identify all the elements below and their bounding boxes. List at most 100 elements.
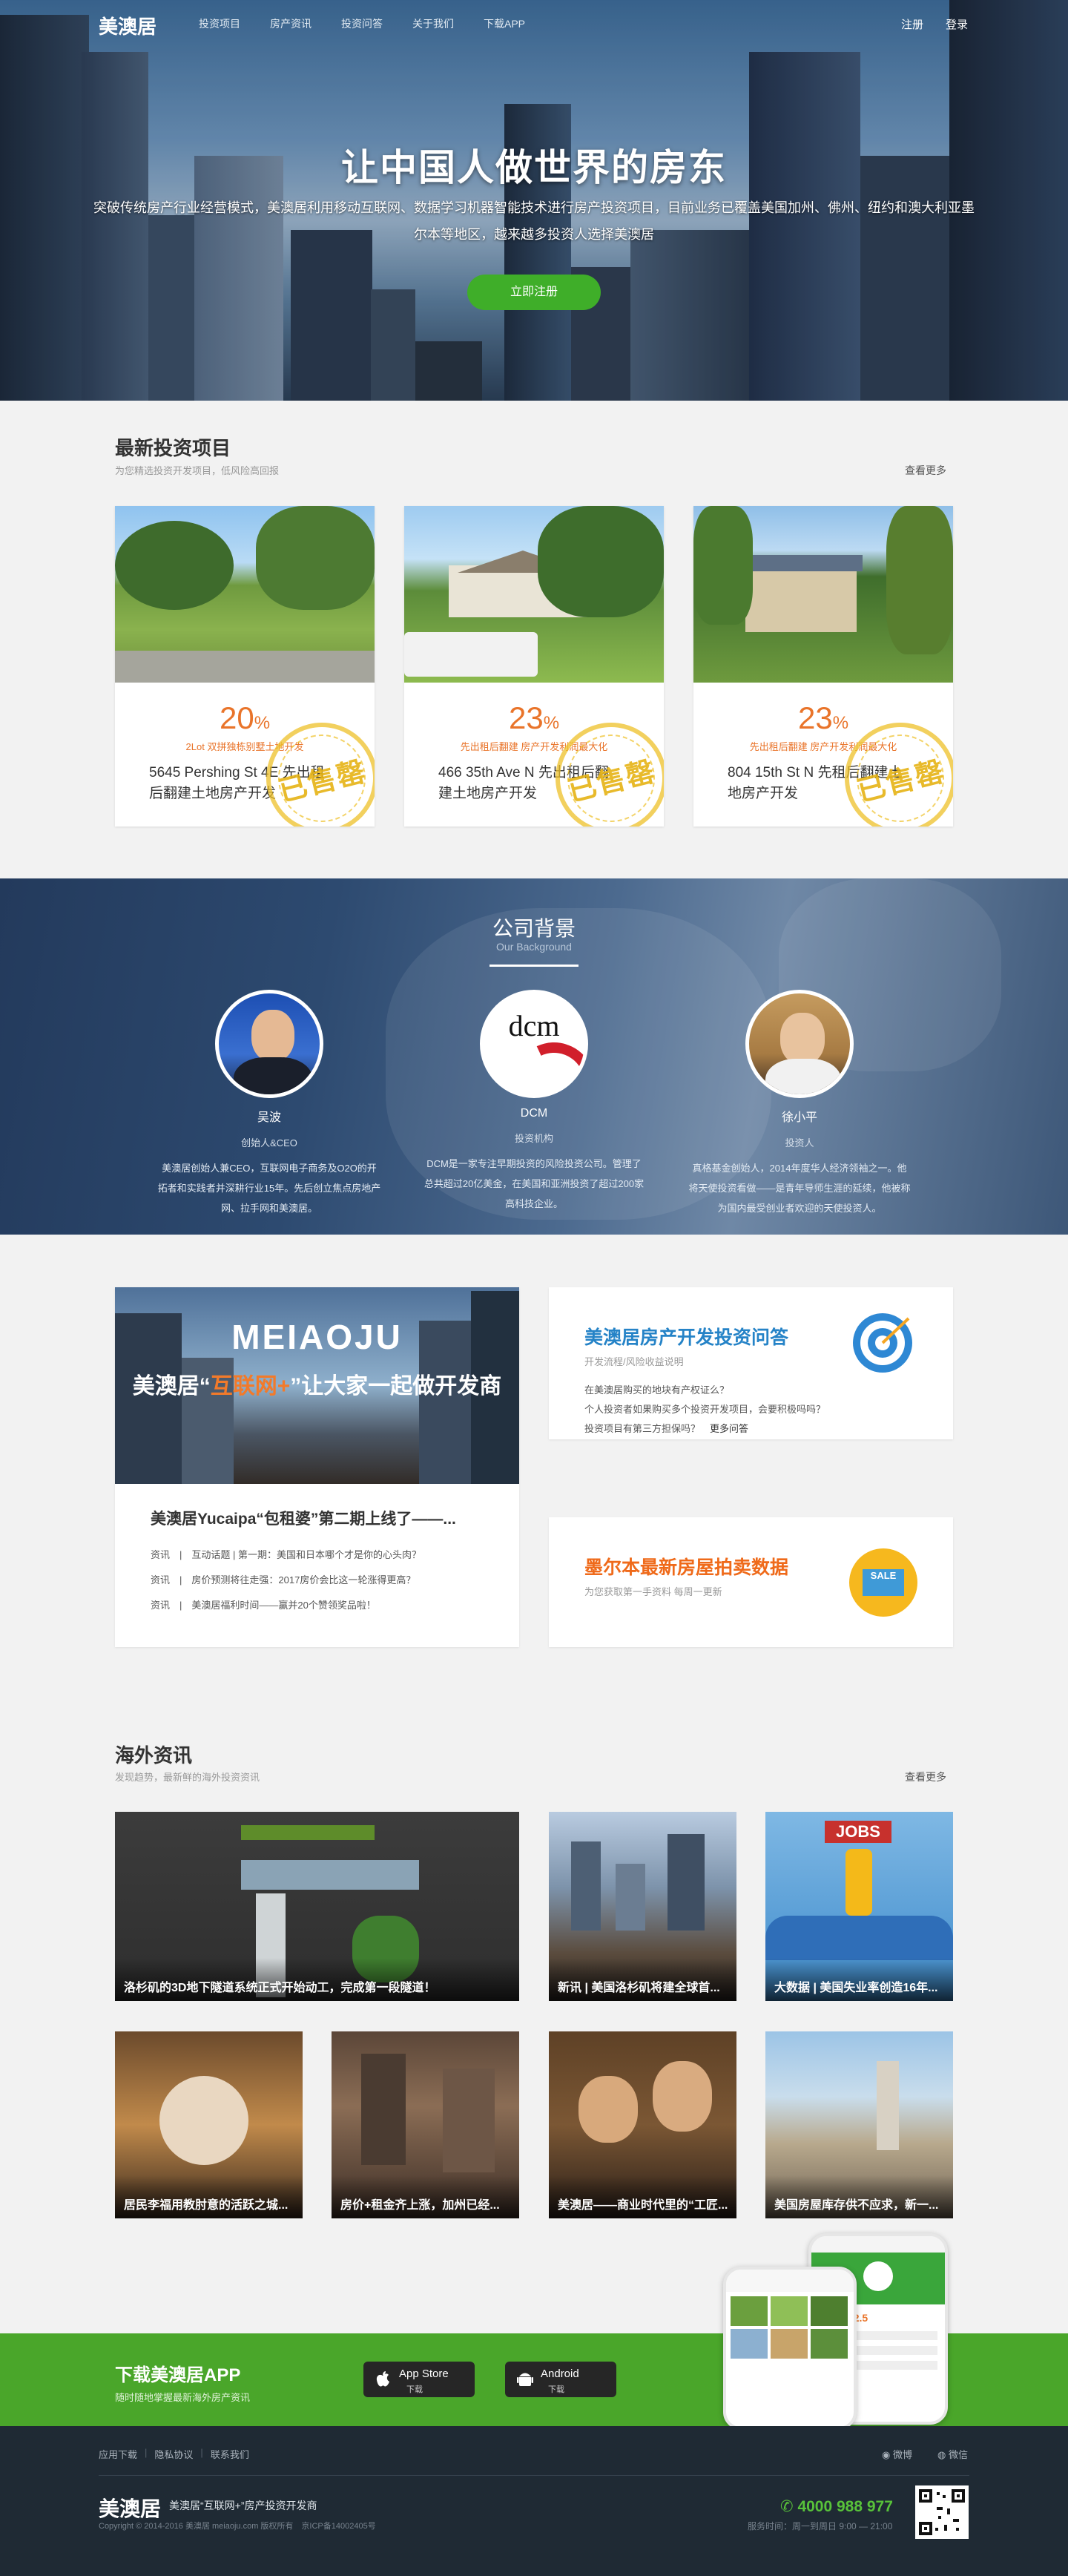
background-title: 公司背景 — [492, 917, 576, 940]
hero-banner: 美澳居 投资项目 房产资讯 投资问答 关于我们 下载APP 注册 登录 让中国人… — [0, 0, 1068, 401]
tile-caption: 居民李福用教肘意的活跃之城... — [115, 2175, 303, 2218]
android-icon — [517, 2373, 533, 2386]
title-underline — [490, 965, 578, 967]
nav-item-projects[interactable]: 投资项目 — [199, 16, 240, 31]
wechat-link[interactable]: ◍ 微信 — [937, 2447, 968, 2461]
person-card: 徐小平 投资人 真格基金创始人，2014年度华人经济领袖之一。他 将天使投资看做—… — [666, 990, 933, 1218]
phone-mockup — [723, 2267, 857, 2430]
news-tile[interactable]: 新讯 | 美国洛杉矶将建全球首... — [549, 1812, 736, 2001]
page: 美澳居 投资项目 房产资讯 投资问答 关于我们 下载APP 注册 登录 让中国人… — [0, 0, 1068, 2576]
tile-caption: 房价+租金齐上涨，加州已经... — [332, 2175, 519, 2218]
featured-news-title[interactable]: 美澳居Yucaipa“包租婆”第二期上线了——... — [151, 1507, 456, 1529]
overseas-more-link[interactable]: 查看更多 — [905, 1770, 946, 1784]
social-links: ◉ 微博 ◍ 微信 — [882, 2447, 968, 2461]
project-card[interactable]: 20% 2Lot 双拼独栋别墅土地开发 5645 Pershing St 4E … — [115, 506, 375, 827]
footer-links: 应用下载 | 隐私协议 | 联系我们 — [99, 2447, 249, 2461]
qa-question[interactable]: 投资项目有第三方担保吗？ 更多问答 — [584, 1421, 748, 1435]
qa-subtitle: 开发流程/风险收益说明 — [584, 1356, 684, 1367]
featured-news-card[interactable]: MEIAOJU 美澳居“互联网+”让大家一起做开发商 美澳居Yucaipa“包租… — [115, 1287, 519, 1647]
projects-subtitle: 为您精选投资开发项目，低风险高回报 — [115, 465, 280, 476]
login-link[interactable]: 登录 — [946, 16, 968, 32]
footer-link-privacy[interactable]: 隐私协议 — [154, 2447, 193, 2461]
footer-divider — [99, 2475, 969, 2476]
banner-slogan: 美澳居“互联网+”让大家一起做开发商 — [132, 1374, 502, 1399]
news-tile[interactable]: 洛杉矶的3D地下隧道系统正式开始动工，完成第一段隧道！ — [115, 1812, 519, 2001]
person-card: 吴波 创始人&CEO 美澳居创始人兼CEO，互联网电子商务及O2O的开 拓者和实践… — [136, 990, 403, 1218]
overseas-subtitle: 发现趋势，最新鲜的海外投资资讯 — [115, 1772, 260, 1783]
app-subtitle: 随时随地掌握最新海外房产资讯 — [115, 2392, 251, 2403]
news-tile[interactable]: 居民李福用教肘意的活跃之城... — [115, 2031, 303, 2218]
hero-title: 让中国人做世界的房东 — [341, 147, 727, 188]
news-tile[interactable]: 美国房屋库存供不应求，新一... — [765, 2031, 953, 2218]
person-name: 吴波 — [257, 1111, 281, 1124]
avatar — [215, 990, 323, 1098]
qa-question[interactable]: 个人投资者如果购买多个投资开发项目，会要积极吗吗？ — [584, 1402, 825, 1416]
hotline[interactable]: ✆ 4000 988 977 — [780, 2497, 893, 2516]
top-nav: 美澳居 投资项目 房产资讯 投资问答 关于我们 下载APP 注册 登录 — [0, 0, 1068, 47]
qa-title: 美澳居房产开发投资问答 — [584, 1327, 789, 1348]
tile-caption: 新讯 | 美国洛杉矶将建全球首... — [549, 1958, 736, 2001]
tile-caption: 洛杉矶的3D地下隧道系统正式开始动工，完成第一段隧道！ — [115, 1958, 519, 2001]
project-photo — [115, 506, 375, 683]
qr-code — [915, 2485, 969, 2539]
footer-link-download[interactable]: 应用下载 — [99, 2447, 137, 2461]
news-tile[interactable]: 美澳居——商业时代里的“工匠... — [549, 2031, 736, 2218]
avatar — [745, 990, 854, 1098]
android-button[interactable]: Android 下载 — [505, 2362, 616, 2397]
sale-sign-icon: SALE — [849, 1548, 917, 1617]
footer-link-contact[interactable]: 联系我们 — [211, 2447, 249, 2461]
nav-item-news[interactable]: 房产资讯 — [270, 16, 312, 31]
person-name: DCM — [520, 1107, 548, 1120]
tile-caption: 美国房屋库存供不应求，新一... — [765, 2175, 953, 2218]
news-item[interactable]: 资讯 | 房价预测将往走强：2017房价会比这一轮涨得更高？ — [151, 1572, 415, 1586]
qa-card[interactable]: 美澳居房产开发投资问答 开发流程/风险收益说明 在美澳居购买的地块有产权证么？ … — [549, 1287, 953, 1439]
footer-logo: 美澳居 — [99, 2497, 162, 2520]
overseas-title: 海外资讯 — [115, 1744, 193, 1767]
phone-icon: ✆ — [780, 2498, 798, 2515]
auth-links: 注册 登录 — [901, 16, 968, 32]
person-name: 徐小平 — [781, 1111, 817, 1124]
weibo-link[interactable]: ◉ 微博 — [882, 2447, 912, 2461]
tile-caption: 大数据 | 美国失业率创造16年... — [765, 1958, 953, 2001]
news-tile[interactable]: 房价+租金齐上涨，加州已经... — [332, 2031, 519, 2218]
app-download-bar: 下载美澳居APP 随时随地掌握最新海外房产资讯 App Store 下载 And… — [0, 2233, 1068, 2430]
person-role: 投资人 — [785, 1137, 814, 1149]
weibo-icon: ◉ — [882, 2449, 893, 2460]
register-button[interactable]: 立即注册 — [467, 275, 601, 310]
person-description: 真格基金创始人，2014年度华人经济领袖之一。他 将天使投资看做——是青年导师生涯… — [688, 1163, 911, 1214]
projects-more-link[interactable]: 查看更多 — [905, 463, 946, 478]
auction-card[interactable]: 墨尔本最新房屋拍卖数据 为您获取第一手资料 每周一更新 SALE — [549, 1517, 953, 1647]
project-card[interactable]: 23% 先出租后翻建 房产开发利润最大化 804 15th St N 先租后翻建… — [693, 506, 953, 827]
project-card[interactable]: 23% 先出租后翻建 房产开发利润最大化 466 35th Ave N 先出租后… — [404, 506, 664, 827]
apple-icon — [376, 2371, 389, 2387]
nav-links: 投资项目 房产资讯 投资问答 关于我们 下载APP — [199, 16, 555, 31]
news-tile[interactable]: JOBS 大数据 | 美国失业率创造16年... — [765, 1812, 953, 2001]
auction-title: 墨尔本最新房屋拍卖数据 — [584, 1557, 789, 1578]
qa-question[interactable]: 在美澳居购买的地块有产权证么？ — [584, 1382, 729, 1396]
background-subtitle: Our Background — [496, 941, 572, 953]
person-role: 投资机构 — [514, 1133, 553, 1144]
project-photo — [693, 506, 953, 683]
person-card: dcm DCM 投资机构 DCM是一家专注早期投资的风险投资公司。管理了 总共超过… — [400, 990, 668, 1214]
nav-item-about[interactable]: 关于我们 — [412, 16, 454, 31]
news-item[interactable]: 资讯 | 美澳居福利时间——赢并20个赞领奖品啦！ — [151, 1597, 376, 1611]
company-background: 公司背景 Our Background 吴波 创始人&CEO 美澳居创始人兼CE… — [0, 878, 1068, 1235]
project-photo — [404, 506, 664, 683]
projects-title: 最新投资项目 — [115, 437, 231, 459]
signup-link[interactable]: 注册 — [901, 16, 923, 32]
dcm-logo: dcm — [480, 990, 588, 1098]
nav-item-qa[interactable]: 投资问答 — [341, 16, 383, 31]
brand-logo[interactable]: 美澳居 — [99, 12, 156, 39]
news-item[interactable]: 资讯 | 互动话题 | 第一期：美国和日本哪个才是你的心头肉？ — [151, 1547, 421, 1561]
service-hours: 服务时间：周一到周日 9:00 — 21:00 — [748, 2521, 893, 2531]
target-icon — [849, 1310, 916, 1376]
app-store-button[interactable]: App Store 下载 — [363, 2362, 475, 2397]
person-description: 美澳居创始人兼CEO，互联网电子商务及O2O的开 拓者和实践者并深耕行业15年。先… — [157, 1163, 381, 1214]
auction-subtitle: 为您获取第一手资料 每周一更新 — [584, 1586, 722, 1597]
banner-title: MEIAOJU — [231, 1318, 403, 1356]
footer-slogan: 美澳居“互联网+”房产投资开发商 — [169, 2500, 317, 2511]
site-footer: 应用下载 | 隐私协议 | 联系我们 ◉ 微博 ◍ 微信 美澳居 美澳居“互联网… — [0, 2426, 1068, 2576]
nav-item-download[interactable]: 下载APP — [484, 16, 525, 31]
featured-banner: MEIAOJU 美澳居“互联网+”让大家一起做开发商 — [115, 1287, 519, 1484]
copyright: Copyright © 2014-2016 美澳居 meiaoju.com 版权… — [99, 2522, 376, 2531]
